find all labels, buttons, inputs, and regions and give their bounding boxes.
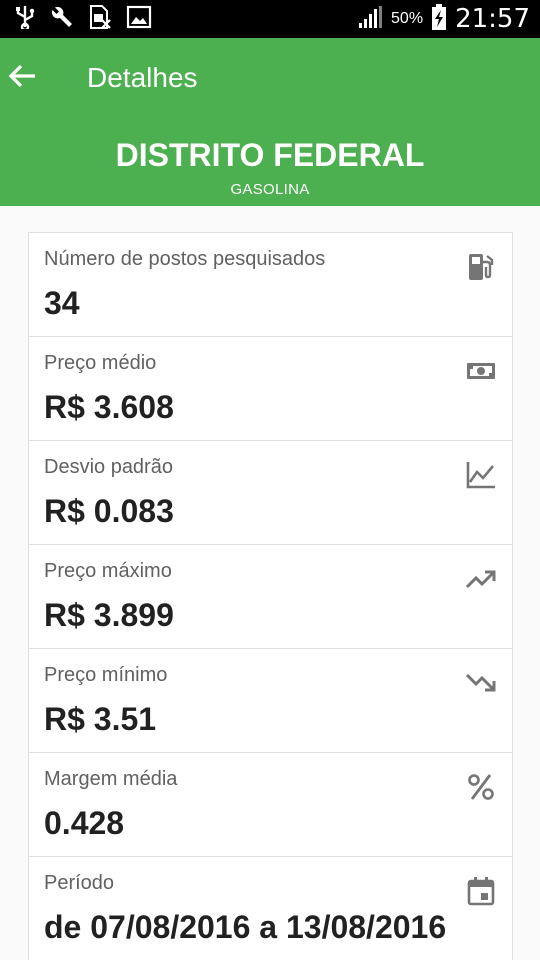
wrench-icon (50, 5, 74, 34)
region-title: DISTRITO FEDERAL (115, 137, 425, 173)
app-bar: Detalhes DISTRITO FEDERAL GASOLINA (0, 38, 540, 206)
detail-label: Margem média (44, 768, 178, 790)
trending-down-icon (465, 667, 497, 699)
details-card: Número de postos pesquisados 34 Preço mé… (28, 232, 513, 960)
battery-percent: 50% (391, 10, 424, 27)
detail-label: Preço máximo (44, 560, 172, 582)
detail-row-std-deviation: Desvio padrão R$ 0.083 (29, 441, 512, 545)
detail-label: Desvio padrão (44, 456, 173, 478)
back-button[interactable] (4, 58, 40, 98)
detail-row-max-price: Preço máximo R$ 3.899 (29, 545, 512, 649)
detail-value: 34 (44, 285, 80, 321)
detail-value: R$ 3.608 (44, 389, 174, 425)
usb-icon (14, 5, 36, 34)
money-icon (465, 355, 497, 387)
calendar-icon (465, 875, 497, 907)
chart-line-icon (465, 459, 497, 491)
status-icons-left (14, 4, 152, 35)
detail-value: R$ 3.899 (44, 597, 174, 633)
trending-up-icon (465, 563, 497, 595)
fuel-type-subtitle: GASOLINA (230, 181, 310, 198)
percent-icon (465, 771, 497, 803)
detail-row-average-price: Preço médio R$ 3.608 (29, 337, 512, 441)
arrow-back-icon (7, 62, 37, 95)
detail-value: 0.428 (44, 805, 125, 841)
status-bar: 50% 21:57 (0, 0, 540, 38)
detail-row-period: Período de 07/08/2016 a 13/08/2016 (29, 857, 512, 960)
detail-label: Preço mínimo (44, 664, 168, 686)
detail-value: R$ 0.083 (44, 493, 174, 529)
battery-charging-icon (431, 3, 447, 36)
signal-icon (357, 5, 383, 34)
detail-value: R$ 3.51 (44, 701, 157, 737)
gas-station-icon (465, 251, 497, 283)
detail-value: de 07/08/2016 a 13/08/2016 (44, 909, 447, 945)
detail-label: Número de postos pesquisados (44, 248, 326, 270)
image-icon (126, 5, 152, 34)
detail-label: Período (44, 872, 115, 894)
clock: 21:57 (455, 4, 530, 34)
status-icons-right: 50% 21:57 (357, 0, 530, 38)
detail-row-stations: Número de postos pesquisados 34 (29, 233, 512, 337)
sim-icon (88, 4, 112, 35)
detail-row-min-price: Preço mínimo R$ 3.51 (29, 649, 512, 753)
detail-label: Preço médio (44, 352, 157, 374)
detail-row-average-margin: Margem média 0.428 (29, 753, 512, 857)
page-title: Detalhes (87, 62, 198, 93)
